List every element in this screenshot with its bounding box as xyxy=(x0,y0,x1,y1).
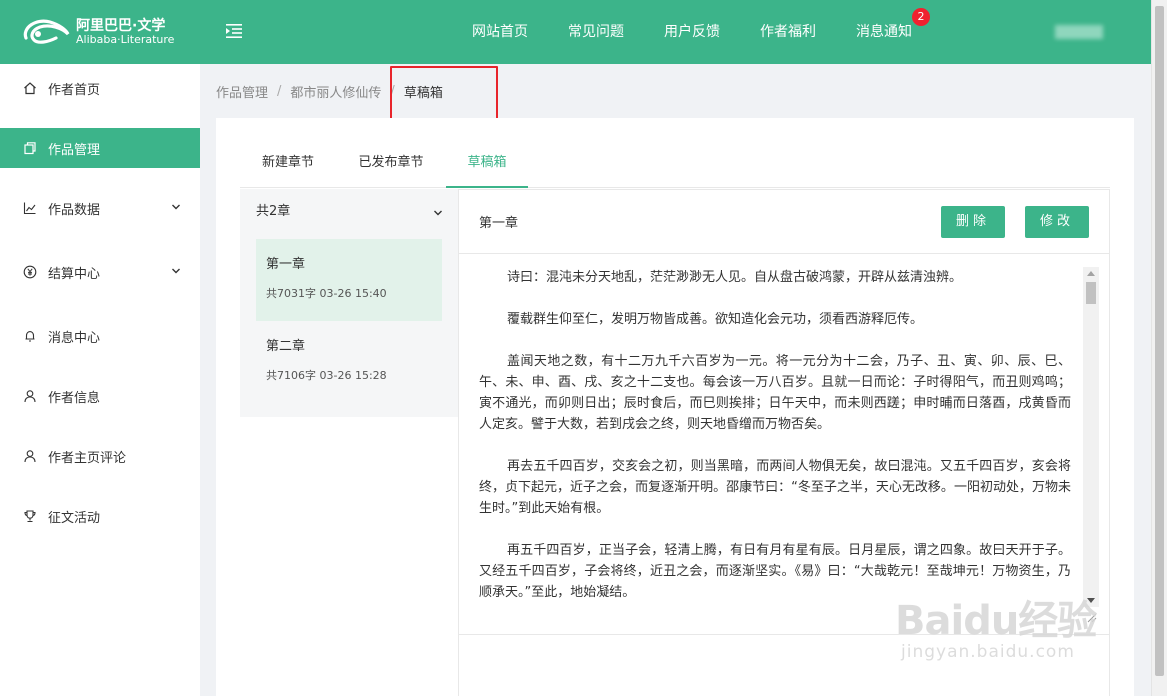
watermark-main: Baidu经验 xyxy=(895,598,1097,644)
sidebar-item-works-management[interactable]: 作品管理 xyxy=(0,128,200,168)
nav-home[interactable]: 网站首页 xyxy=(452,0,548,64)
tab-drafts[interactable]: 草稿箱 xyxy=(446,146,528,188)
chapter-meta: 共7106字 03-26 15:28 xyxy=(266,369,387,382)
breadcrumb-separator: / xyxy=(277,83,282,99)
content-scrollbar-thumb[interactable] xyxy=(1086,282,1096,304)
sidebar-item-author-home[interactable]: 作者首页 xyxy=(0,68,200,108)
sidebar-item-writing-contest[interactable]: 征文活动 xyxy=(0,496,200,536)
delete-button[interactable]: 删除 xyxy=(941,206,1005,238)
chart-line-icon xyxy=(22,200,38,216)
chapter-text: 诗曰：混沌未分天地乱，茫茫渺渺无人见。自从盘古破鸿蒙，开辟从兹清浊辨。 覆载群生… xyxy=(479,267,1071,624)
chapter-list-header[interactable]: 共2章 xyxy=(240,189,458,237)
sidebar-item-label: 作品管理 xyxy=(48,142,101,158)
bell-icon xyxy=(22,328,38,344)
annotation-highlight-box xyxy=(390,66,498,124)
top-nav: 网站首页 常见问题 用户反馈 作者福利 消息通知 2 xyxy=(452,0,932,64)
sidebar-item-works-data[interactable]: 作品数据 xyxy=(0,188,200,228)
yen-circle-icon xyxy=(22,264,38,280)
top-header: 阿里巴巴·文学 Alibaba·Literature 网站首页 常见问题 用户反… xyxy=(0,0,1151,64)
page-scrollbar-thumb[interactable] xyxy=(1155,6,1164,676)
logo-subtitle: Alibaba·Literature xyxy=(76,33,175,46)
sidebar-item-label: 结算中心 xyxy=(48,266,101,282)
sidebar-item-label: 作者信息 xyxy=(48,390,101,406)
tab-published-chapters[interactable]: 已发布章节 xyxy=(356,146,426,188)
chevron-down-icon xyxy=(172,268,180,274)
paragraph: 盖闻天地之数，有十二万九千六百岁为一元。将一元分为十二会，乃子、丑、寅、卯、辰、… xyxy=(479,354,1071,432)
chevron-down-icon xyxy=(434,210,442,216)
nav-feedback[interactable]: 用户反馈 xyxy=(644,0,740,64)
baidu-jingyan-watermark: Baidu经验 jingyan.baidu.com xyxy=(895,588,1097,668)
sidebar-item-settlement-center[interactable]: 结算中心 xyxy=(0,252,200,292)
tab-new-chapter[interactable]: 新建章节 xyxy=(260,146,316,188)
content-scrollbar[interactable] xyxy=(1083,267,1099,607)
sidebar-item-label: 作品数据 xyxy=(48,202,101,218)
sidebar-item-message-center[interactable]: 消息中心 xyxy=(0,316,200,356)
chapter-tabs: 新建章节 已发布章节 草稿箱 xyxy=(240,146,1110,188)
sidebar-item-author-page-comments[interactable]: 作者主页评论 xyxy=(0,436,200,476)
editor-chapter-title: 第一章 xyxy=(479,216,519,231)
scroll-up-arrow-icon[interactable] xyxy=(1087,271,1095,276)
page-scrollbar[interactable] xyxy=(1151,0,1167,696)
chevron-down-icon xyxy=(172,204,180,210)
menu-fold-icon[interactable] xyxy=(224,22,244,40)
trophy-icon xyxy=(22,508,38,524)
paragraph: 再去五千四百岁，交亥会之初，则当黑暗，而两间人物俱无矣，故曰混沌。又五千四百岁，… xyxy=(479,459,1071,516)
sidebar-item-label: 消息中心 xyxy=(48,330,101,346)
sidebar-item-label: 作者主页评论 xyxy=(48,450,127,466)
edit-button[interactable]: 修改 xyxy=(1025,206,1089,238)
alibaba-literature-logo[interactable]: 阿里巴巴·文学 Alibaba·Literature xyxy=(20,14,185,50)
editor-header: 第一章 删除 修改 xyxy=(459,190,1109,254)
watermark-sub: jingyan.baidu.com xyxy=(901,642,1075,662)
user-icon xyxy=(22,448,38,464)
logo-text: 阿里巴巴·文学 xyxy=(76,18,166,34)
nav-notifications[interactable]: 消息通知 2 xyxy=(836,0,932,64)
nav-faq[interactable]: 常见问题 xyxy=(548,0,644,64)
paragraph: 覆载群生仰至仁，发明万物皆成善。欲知造化会元功，须看西游释厄传。 xyxy=(507,312,924,327)
user-icon xyxy=(22,388,38,404)
notification-count-badge: 2 xyxy=(912,8,930,26)
chapter-item[interactable]: 第二章 共7106字 03-26 15:28 xyxy=(256,321,442,403)
nav-notifications-label: 消息通知 xyxy=(856,24,912,40)
chapter-list: 共2章 第一章 共7031字 03-26 15:40 第二章 共7106字 03… xyxy=(240,189,458,417)
chapter-item[interactable]: 第一章 共7031字 03-26 15:40 xyxy=(256,239,442,321)
paragraph: 诗曰：混沌未分天地乱，茫茫渺渺无人见。自从盘古破鸿蒙，开辟从兹清浊辨。 xyxy=(507,270,963,285)
nav-author-benefits[interactable]: 作者福利 xyxy=(740,0,836,64)
chapter-meta: 共7031字 03-26 15:40 xyxy=(266,287,387,300)
user-name-blurred[interactable] xyxy=(1055,25,1103,39)
breadcrumb-book-title[interactable]: 都市丽人修仙传 xyxy=(290,82,381,101)
chapter-title: 第二章 xyxy=(266,339,306,354)
sidebar-item-author-info[interactable]: 作者信息 xyxy=(0,376,200,416)
home-icon xyxy=(22,80,38,96)
sidebar: 作者首页 作品管理 作品数据 结算中心 消息中心 作者信息 作者主页评论 征文活… xyxy=(0,64,200,696)
chapter-content-area[interactable]: 诗曰：混沌未分天地乱，茫茫渺渺无人见。自从盘古破鸿蒙，开辟从兹清浊辨。 覆载群生… xyxy=(459,255,1109,635)
logo-mark-icon xyxy=(23,19,70,44)
chapter-title: 第一章 xyxy=(266,257,306,272)
chapter-count: 共2章 xyxy=(256,204,291,219)
copy-icon xyxy=(22,140,38,156)
sidebar-item-label: 征文活动 xyxy=(48,510,101,526)
breadcrumb-works-management[interactable]: 作品管理 xyxy=(216,82,268,101)
sidebar-item-label: 作者首页 xyxy=(48,82,101,98)
